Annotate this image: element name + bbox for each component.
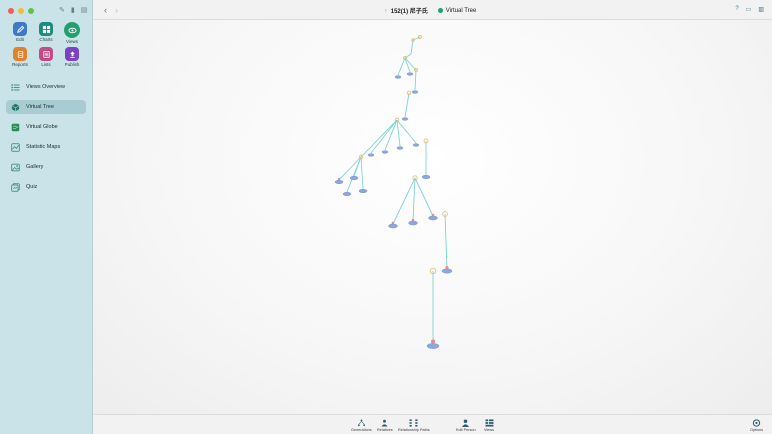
app-window: ✎ ▮ ▤ Edit Charts Views Reports Lists Pu… xyxy=(0,0,772,434)
sidebar-item-label: Virtual Globe xyxy=(26,124,58,130)
history-navigation: ‹ › xyxy=(104,5,118,15)
relationship-paths-button[interactable]: Relationship Paths xyxy=(398,418,430,432)
views-button[interactable]: Views xyxy=(484,418,494,432)
current-view: Virtual Tree xyxy=(445,7,477,14)
report-icon xyxy=(13,47,27,61)
relatives-icon xyxy=(380,418,390,427)
back-button[interactable]: ‹ xyxy=(104,5,107,15)
toolbar-label: Options xyxy=(750,428,764,432)
grid-icon xyxy=(39,22,53,36)
bookmark-icon[interactable]: ▮ xyxy=(71,6,75,14)
current-person: 152(1) 尼子氏 xyxy=(390,9,428,15)
tool-lists[interactable]: Lists xyxy=(34,47,58,67)
tool-label: Edit xyxy=(16,37,24,42)
tree-edges xyxy=(338,36,448,343)
sidebar-icon[interactable]: ▥ xyxy=(758,6,764,13)
sidebar-item-gallery[interactable]: Gallery xyxy=(6,160,86,174)
edit-person-button[interactable]: Edit Person xyxy=(456,418,476,432)
virtual-tree-icon xyxy=(437,8,443,13)
tool-label: Reports xyxy=(12,62,28,67)
window-controls xyxy=(8,8,34,14)
help-button[interactable]: ? xyxy=(735,6,738,13)
toolbar-label: Relatives xyxy=(377,428,393,432)
eye-icon xyxy=(64,22,80,38)
toolbar-label: Generations xyxy=(351,428,372,432)
tool-views[interactable]: Views xyxy=(60,22,84,44)
sidebar: ✎ ▮ ▤ Edit Charts Views Reports Lists Pu… xyxy=(0,0,93,434)
upload-icon xyxy=(65,47,79,61)
tool-label: Views xyxy=(66,39,78,44)
photo-icon xyxy=(11,163,20,172)
generations-button[interactable]: Generations xyxy=(351,418,372,432)
tag-icon[interactable]: ✎ xyxy=(59,6,65,14)
sidebar-item-statistic-maps[interactable]: Statistic Maps xyxy=(6,140,86,154)
list-icon xyxy=(39,47,53,61)
cube-icon xyxy=(11,103,20,112)
sidebar-item-quiz[interactable]: Quiz xyxy=(6,180,86,194)
generations-icon xyxy=(356,418,366,427)
sidebar-top-icons: ✎ ▮ ▤ xyxy=(59,6,87,14)
window-icon[interactable]: ▭ xyxy=(746,6,752,13)
tool-charts[interactable]: Charts xyxy=(34,22,58,44)
window-title: ♀ 152(1) 尼子氏 Virtual Tree xyxy=(384,6,477,16)
tool-edit[interactable]: Edit xyxy=(8,22,32,44)
sidebar-item-label: Quiz xyxy=(26,184,38,190)
options-icon xyxy=(752,418,762,427)
sidebar-item-virtual-tree[interactable]: Virtual Tree xyxy=(6,100,86,114)
bottom-toolbar: Generations Relatives Relationship Paths… xyxy=(93,414,772,434)
sidebar-item-label: Gallery xyxy=(26,164,44,170)
tool-grid: Edit Charts Views Reports Lists Publish xyxy=(8,22,84,67)
tree-nodes xyxy=(334,35,453,349)
main-area: ‹ › ♀ 152(1) 尼子氏 Virtual Tree ? ▭ ▥ Gene… xyxy=(93,0,772,434)
map-icon xyxy=(11,142,20,152)
toolbar-label: Relationship Paths xyxy=(398,428,430,432)
quiz-icon xyxy=(11,182,20,192)
person-icon xyxy=(461,418,471,427)
globe-icon xyxy=(11,123,20,132)
zoom-window-button[interactable] xyxy=(28,8,34,14)
views-icon xyxy=(484,418,494,427)
virtual-tree-canvas[interactable] xyxy=(93,20,772,414)
toolbar-label: Views xyxy=(484,428,495,432)
forward-button[interactable]: › xyxy=(115,5,118,15)
sidebar-item-label: Views Overview xyxy=(26,84,66,90)
tool-publish[interactable]: Publish xyxy=(60,47,84,67)
sidebar-item-label: Virtual Tree xyxy=(26,104,55,110)
relatives-button[interactable]: Relatives xyxy=(377,418,393,432)
tool-reports[interactable]: Reports xyxy=(8,47,32,67)
grid-list-icon xyxy=(11,83,20,92)
tool-label: Charts xyxy=(39,37,53,42)
options-button[interactable]: Options xyxy=(750,418,763,432)
pencil-icon xyxy=(13,22,27,36)
sidebar-toggle-icon[interactable]: ▤ xyxy=(81,6,88,14)
paths-icon xyxy=(409,418,419,427)
sidebar-item-views-overview[interactable]: Views Overview xyxy=(6,80,86,94)
titlebar: ‹ › ♀ 152(1) 尼子氏 Virtual Tree ? ▭ ▥ xyxy=(93,0,772,20)
tool-label: Lists xyxy=(41,62,51,67)
sidebar-item-label: Statistic Maps xyxy=(26,144,61,150)
minimize-window-button[interactable] xyxy=(18,8,24,14)
female-icon: ♀ xyxy=(384,7,388,14)
toolbar-label: Edit Person xyxy=(456,428,476,432)
titlebar-actions: ? ▭ ▥ xyxy=(735,6,764,13)
sidebar-item-virtual-globe[interactable]: Virtual Globe xyxy=(6,120,86,134)
tool-label: Publish xyxy=(64,62,80,67)
sidebar-nav: Views Overview Virtual Tree Virtual Glob… xyxy=(6,80,86,200)
tree-graph[interactable] xyxy=(93,20,772,414)
close-window-button[interactable] xyxy=(8,8,14,14)
